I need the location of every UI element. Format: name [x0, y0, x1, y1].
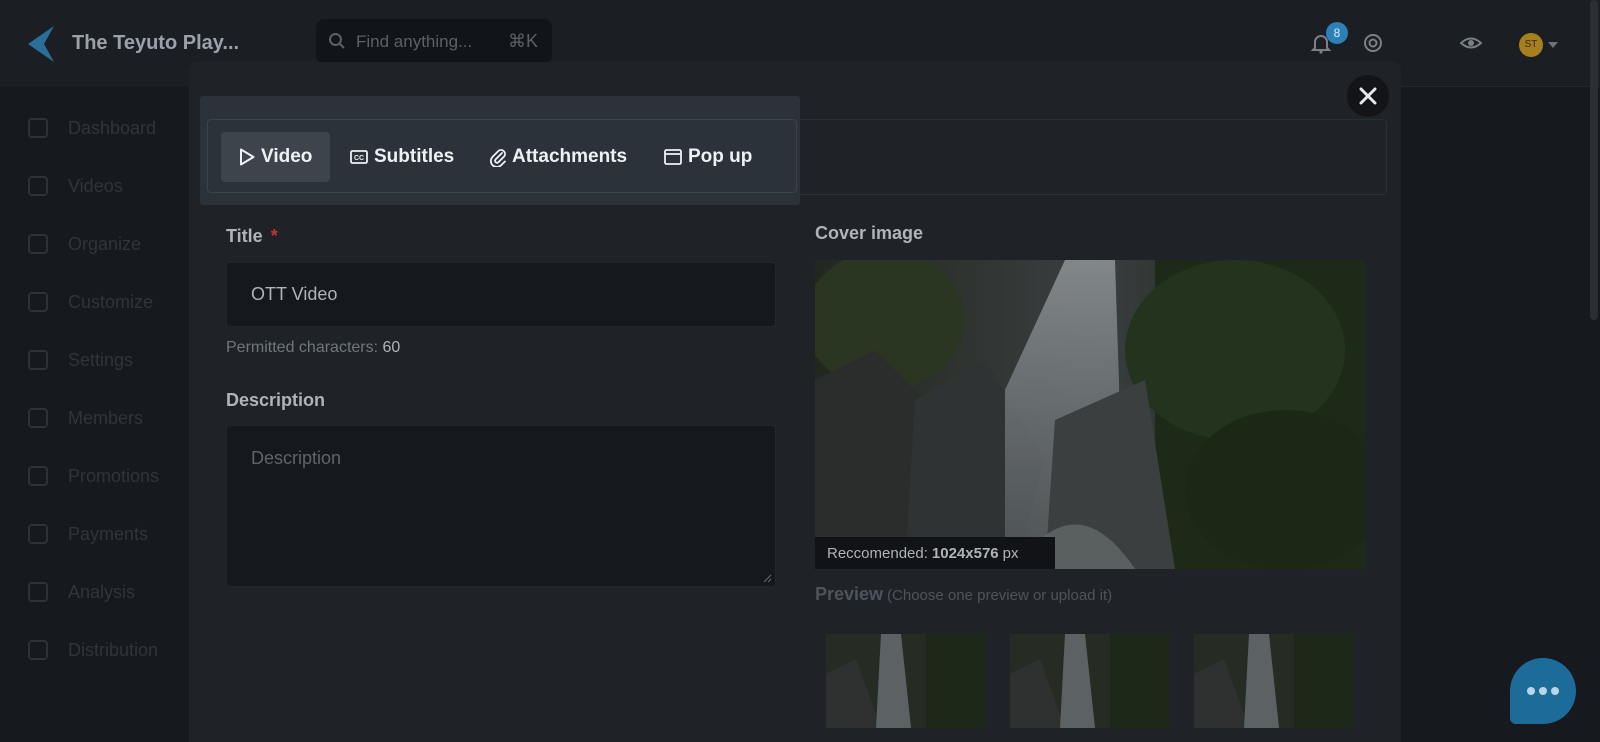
- resize-handle-icon[interactable]: [762, 573, 772, 583]
- sidebar-item-distribution[interactable]: Distribution: [28, 638, 158, 662]
- chevron-down-icon[interactable]: [1548, 42, 1558, 48]
- sidebar-item-members[interactable]: Members: [28, 406, 143, 430]
- preview-thumbnail[interactable]: [1194, 634, 1354, 728]
- video-icon: [28, 176, 48, 196]
- sidebar: Dashboard Videos Organize Customize Sett…: [0, 86, 190, 728]
- sidebar-item-label: Dashboard: [68, 117, 157, 138]
- sidebar-item-label: Organize: [68, 233, 142, 254]
- title-input[interactable]: [227, 263, 775, 326]
- preview-thumbnail-image: [1194, 634, 1354, 728]
- window-icon: [664, 149, 682, 165]
- title-label-text: Title: [226, 226, 263, 246]
- sidebar-item-label: Settings: [68, 349, 134, 370]
- play-icon: [240, 148, 255, 166]
- sidebar-item-payments[interactable]: Payments: [28, 522, 148, 546]
- recommended-unit: px: [1002, 544, 1019, 562]
- chat-dots-icon: [1527, 687, 1559, 695]
- recommended-size-badge: Reccomended: 1024x576 px: [815, 537, 1055, 569]
- search-icon: [329, 33, 345, 49]
- sidebar-item-organize[interactable]: Organize: [28, 232, 141, 256]
- sidebar-item-label: Payments: [68, 523, 149, 544]
- preview-thumbnail-image: [826, 634, 986, 728]
- sidebar-item-label: Analysis: [68, 581, 136, 602]
- description-field-label: Description: [226, 390, 326, 410]
- tab-video[interactable]: Video: [221, 132, 331, 182]
- gear-icon: [28, 350, 48, 370]
- teyuto-logo-icon: [28, 26, 54, 62]
- preview-thumbnail[interactable]: [1010, 634, 1170, 728]
- close-modal-button[interactable]: [1347, 75, 1389, 117]
- preview-label: Preview: [815, 584, 884, 604]
- avatar[interactable]: ST: [1519, 33, 1543, 57]
- distribution-icon: [28, 640, 48, 660]
- sidebar-item-settings[interactable]: Settings: [28, 348, 133, 372]
- sidebar-item-label: Distribution: [68, 639, 159, 660]
- required-marker: *: [270, 226, 278, 246]
- recommended-prefix: Reccomended:: [827, 544, 928, 562]
- notification-badge: 8: [1326, 22, 1348, 44]
- chart-icon: [28, 582, 48, 602]
- sidebar-item-label: Promotions: [68, 465, 160, 486]
- help-lifebuoy-icon[interactable]: [1362, 32, 1384, 54]
- tab-attachments[interactable]: Attachments: [490, 132, 627, 182]
- eye-icon[interactable]: [1460, 32, 1482, 54]
- character-limit-value: 60: [382, 339, 401, 356]
- sidebar-item-label: Customize: [68, 291, 154, 312]
- organize-icon: [28, 234, 48, 254]
- svg-text:CC: CC: [354, 155, 364, 162]
- description-textarea-wrapper: [226, 425, 776, 587]
- cc-icon: CC: [350, 150, 368, 164]
- sidebar-item-label: Videos: [68, 175, 123, 196]
- app-title[interactable]: The Teyuto Play...: [72, 32, 239, 55]
- members-icon: [28, 408, 48, 428]
- description-textarea[interactable]: [227, 426, 775, 586]
- card-icon: [28, 524, 48, 544]
- title-character-limit: Permitted characters: 60: [226, 339, 400, 357]
- title-field-label: Title *: [226, 226, 278, 247]
- search-placeholder: Find anything...: [356, 32, 473, 51]
- cover-image[interactable]: [815, 260, 1365, 569]
- sidebar-item-dashboard[interactable]: Dashboard: [28, 116, 156, 140]
- tab-label: Subtitles: [374, 146, 455, 167]
- cover-image-label: Cover image: [815, 223, 924, 243]
- sidebar-item-customize[interactable]: Customize: [28, 290, 153, 314]
- preview-hint: (Choose one preview or upload it): [887, 587, 1113, 604]
- sidebar-item-analysis[interactable]: Analysis: [28, 580, 135, 604]
- character-limit-label: Permitted characters:: [226, 339, 379, 356]
- preview-thumbnail-image: [1010, 634, 1170, 728]
- tab-label: Attachments: [512, 146, 628, 167]
- search-shortcut: ⌘K: [508, 31, 539, 51]
- title-input-wrapper: [226, 262, 776, 327]
- chat-support-button[interactable]: [1510, 658, 1576, 724]
- page-scrollbar[interactable]: [1590, 0, 1598, 320]
- waterfall-image: [815, 260, 1365, 569]
- sidebar-item-promotions[interactable]: Promotions: [28, 464, 159, 488]
- close-icon: [1359, 87, 1377, 105]
- tab-subtitles[interactable]: CC Subtitles: [350, 132, 454, 182]
- preview-heading: Preview (Choose one preview or upload it): [815, 584, 1112, 605]
- preview-thumbnail[interactable]: [826, 634, 986, 728]
- global-search[interactable]: Find anything... ⌘K: [316, 19, 552, 63]
- recommended-size: 1024x576: [931, 544, 999, 562]
- tab-label: Pop up: [688, 146, 753, 167]
- tab-label: Video: [261, 146, 313, 167]
- paperclip-icon: [490, 149, 506, 167]
- brush-icon: [28, 292, 48, 312]
- home-icon: [28, 118, 48, 138]
- sidebar-item-label: Members: [68, 407, 144, 428]
- gift-icon: [28, 466, 48, 486]
- sidebar-item-videos[interactable]: Videos: [28, 174, 123, 198]
- tab-popup[interactable]: Pop up: [664, 132, 752, 182]
